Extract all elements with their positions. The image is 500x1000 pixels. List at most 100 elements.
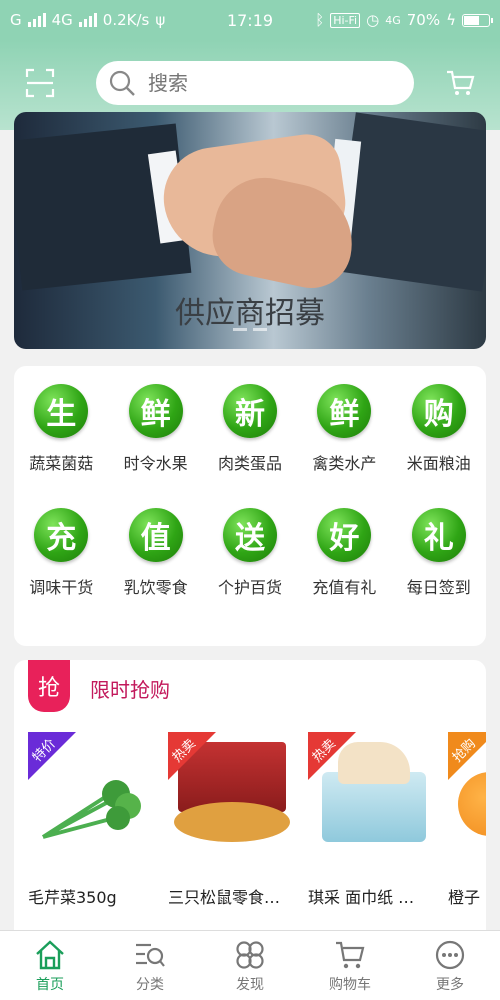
bottom-tab-bar: 首页 分类 发现 购物车 更多 <box>0 930 500 1000</box>
banner[interactable]: 供应商招募 <box>14 112 486 349</box>
category-icon: 礼 <box>411 508 466 562</box>
category-label: 调味干货 <box>29 578 94 597</box>
category-label: 时令水果 <box>123 454 188 473</box>
network-label: 4G <box>51 11 73 29</box>
product-card-tissue[interactable]: 热卖 琪采 面巾纸 … <box>308 732 436 928</box>
battery-percent: 70% <box>406 11 441 29</box>
flash-sale-card: 抢 限时抢购 特价 毛芹菜350g 热卖 三只松鼠零食… 热卖 琪采 面巾纸 …… <box>14 660 486 950</box>
alarm-icon: ◷ <box>366 11 380 29</box>
product-image: 抢购 <box>448 732 486 862</box>
home-icon <box>36 939 64 969</box>
status-left: G 4G 0.2K/s ψ <box>10 11 165 29</box>
category-label: 米面粮油 <box>406 454 471 473</box>
category-icon: 好 <box>317 508 372 562</box>
category-item[interactable]: 生蔬菜菌菇 <box>14 384 108 474</box>
header-cart-button[interactable] <box>442 65 478 101</box>
cart-icon <box>447 70 475 95</box>
scan-icon <box>25 68 55 97</box>
snack-plate-image <box>174 802 290 842</box>
category-icon: 鲜 <box>128 384 183 438</box>
usb-icon: ψ <box>155 11 166 29</box>
tab-home[interactable]: 首页 <box>0 931 100 1000</box>
category-icon: 购 <box>411 384 466 438</box>
signal-icon <box>27 13 46 27</box>
product-card-celery[interactable]: 特价 毛芹菜350g <box>28 732 156 928</box>
category-item[interactable]: 鲜时令水果 <box>108 384 202 474</box>
category-item[interactable]: 鲜禽类水产 <box>297 384 391 474</box>
tab-label: 购物车 <box>329 976 371 993</box>
search-icon <box>109 70 135 96</box>
product-name: 琪采 面巾纸 … <box>308 888 415 907</box>
scan-button[interactable] <box>22 65 58 101</box>
product-name: 三只松鼠零食… <box>168 888 281 907</box>
category-grid: 生蔬菜菌菇鲜时令水果新肉类蛋品鲜禽类水产购米面粮油充调味干货值乳饮零食送个护百货… <box>14 366 486 598</box>
network-speed: 0.2K/s <box>102 11 150 29</box>
product-name: 橙子 <box>448 888 481 907</box>
banner-dot[interactable] <box>253 328 267 331</box>
category-icon: 值 <box>128 508 183 562</box>
category-label: 蔬菜菌菇 <box>29 454 94 473</box>
product-list: 特价 毛芹菜350g 热卖 三只松鼠零食… 热卖 琪采 面巾纸 … 抢购 橙子 <box>28 732 486 928</box>
banner-title: 供应商招募 <box>175 296 325 331</box>
bluetooth-icon: ᛒ <box>315 11 325 29</box>
category-icon: 充 <box>34 508 89 562</box>
category-icon: 新 <box>222 384 277 438</box>
tab-label: 发现 <box>236 976 264 993</box>
tissue-sheet-image <box>338 742 410 784</box>
category-label: 充值有礼 <box>312 578 377 597</box>
flash-sale-header[interactable]: 抢 限时抢购 <box>28 660 170 712</box>
battery-icon <box>462 13 493 27</box>
product-image: 特价 <box>28 732 156 862</box>
category-label: 乳饮零食 <box>123 578 188 597</box>
category-icon: 送 <box>222 508 277 562</box>
status-right: ᛒ Hi-Fi ◷ 4G 70% ϟ <box>315 11 493 29</box>
category-item[interactable]: 值乳饮零食 <box>108 508 202 598</box>
flash-sale-badge: 抢 <box>28 660 70 712</box>
product-card-orange[interactable]: 抢购 橙子 <box>448 732 486 928</box>
header <box>0 55 500 110</box>
category-icon: 生 <box>34 384 89 438</box>
tab-discover[interactable]: 发现 <box>200 931 300 1000</box>
category-label: 禽类水产 <box>312 454 377 473</box>
orange-image <box>458 772 486 836</box>
banner-pagination <box>14 328 486 331</box>
battery-fill <box>464 15 480 25</box>
product-image: 热卖 <box>308 732 436 862</box>
network-right-label: 4G <box>385 13 401 27</box>
charging-icon: ϟ <box>446 11 456 29</box>
tab-cart[interactable]: 购物车 <box>300 931 400 1000</box>
tab-label: 首页 <box>36 976 64 993</box>
banner-sleeve-right <box>333 112 486 292</box>
product-tag-text: 特价 <box>29 736 59 766</box>
tab-category[interactable]: 分类 <box>100 931 200 1000</box>
tab-label: 分类 <box>136 976 164 993</box>
signal-icon-2 <box>78 13 97 27</box>
signal-label: G <box>10 11 22 29</box>
discover-icon <box>236 940 264 969</box>
hifi-badge: Hi-Fi <box>330 12 361 28</box>
category-item[interactable]: 购米面粮油 <box>392 384 486 474</box>
category-item[interactable]: 送个护百货 <box>203 508 297 598</box>
product-image: 热卖 <box>168 732 296 862</box>
cart-icon <box>336 941 365 968</box>
tab-label: 更多 <box>436 976 464 993</box>
category-icon: 鲜 <box>317 384 372 438</box>
flash-sale-title: 限时抢购 <box>90 677 170 702</box>
celery-image <box>41 780 141 839</box>
product-tag-text: 抢购 <box>449 736 479 766</box>
category-item[interactable]: 充调味干货 <box>14 508 108 598</box>
search-input[interactable] <box>148 70 388 95</box>
tab-more[interactable]: 更多 <box>400 931 500 1000</box>
product-tag-text: 热卖 <box>309 736 339 766</box>
status-bar: G 4G 0.2K/s ψ 17:19 ᛒ Hi-Fi ◷ 4G 70% ϟ <box>0 0 500 40</box>
product-name: 毛芹菜350g <box>28 888 117 907</box>
category-card: 生蔬菜菌菇鲜时令水果新肉类蛋品鲜禽类水产购米面粮油充调味干货值乳饮零食送个护百货… <box>14 366 486 646</box>
product-card-snacks[interactable]: 热卖 三只松鼠零食… <box>168 732 296 928</box>
more-icon <box>435 940 465 969</box>
category-item[interactable]: 新肉类蛋品 <box>203 384 297 474</box>
banner-dot[interactable] <box>233 328 247 331</box>
category-item[interactable]: 礼每日签到 <box>392 508 486 598</box>
search-box[interactable] <box>96 60 414 105</box>
category-label: 个护百货 <box>217 578 282 597</box>
category-item[interactable]: 好充值有礼 <box>297 508 391 598</box>
